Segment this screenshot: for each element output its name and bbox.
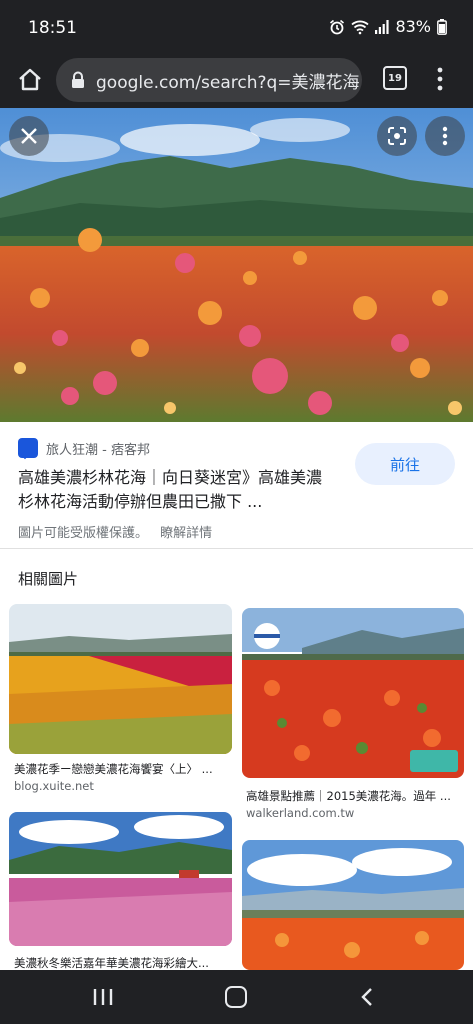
- related-image-1[interactable]: [9, 604, 232, 754]
- related-domain-1: blog.xuite.net: [14, 779, 94, 793]
- related-caption-1[interactable]: 美濃花季ー戀戀美濃花海饗宴〈上〉 ...: [14, 761, 228, 777]
- battery-icon: [437, 18, 447, 35]
- source-name: 旅人狂潮 - 痞客邦: [46, 442, 150, 458]
- divider: [0, 548, 473, 549]
- status-bar: 18:51 83%: [0, 0, 473, 56]
- system-nav-bar: [0, 970, 473, 1024]
- related-image-4[interactable]: [242, 840, 464, 970]
- source-row[interactable]: 旅人狂潮 - 痞客邦: [18, 438, 150, 458]
- related-caption-3[interactable]: 美濃秋冬樂活嘉年華美濃花海彩繪大...: [14, 955, 228, 971]
- related-caption-2[interactable]: 高雄景點推薦｜2015美濃花海。過年 ...: [246, 788, 460, 804]
- related-image-2[interactable]: [242, 608, 464, 778]
- url-text: google.com/search?q=美濃花海: [96, 72, 360, 93]
- more-vert-icon: [442, 126, 448, 146]
- related-heading: 相關圖片: [18, 570, 79, 588]
- site-favicon-icon: [18, 438, 38, 458]
- result-title[interactable]: 高雄美濃杉林花海｜向日葵迷宮》高雄美濃杉林花海活動停辦但農田已撒下 ...: [18, 466, 336, 514]
- close-button[interactable]: [9, 116, 49, 156]
- visit-button[interactable]: 前往: [355, 443, 455, 485]
- status-time: 18:51: [28, 18, 77, 38]
- related-image-3[interactable]: [9, 812, 232, 946]
- lock-icon: [72, 71, 84, 88]
- lens-icon: [388, 127, 406, 145]
- status-icons: 83%: [329, 17, 447, 36]
- alarm-icon: [330, 19, 345, 34]
- copyright-text: 圖片可能受版權保護。: [18, 526, 149, 541]
- image-more-button[interactable]: [425, 116, 465, 156]
- battery-percent: 83%: [395, 17, 431, 36]
- result-info: 旅人狂潮 - 痞客邦 高雄美濃杉林花海｜向日葵迷宮》高雄美濃杉林花海活動停辦但農…: [0, 422, 473, 548]
- close-icon: [21, 128, 37, 144]
- address-bar[interactable]: google.com/search?q=美濃花海: [56, 58, 362, 102]
- home-icon[interactable]: [14, 64, 46, 96]
- signal-icon: [375, 19, 390, 34]
- back-icon[interactable]: [360, 987, 374, 1007]
- tabs-icon[interactable]: 19: [383, 66, 407, 90]
- more-vert-icon[interactable]: [432, 64, 448, 94]
- browser-toolbar: google.com/search?q=美濃花海 19: [0, 56, 473, 108]
- lens-button[interactable]: [377, 116, 417, 156]
- recent-apps-icon[interactable]: [92, 987, 114, 1007]
- copyright-notice: 圖片可能受版權保護。 瞭解詳情: [18, 522, 212, 541]
- tab-count: 19: [388, 72, 402, 84]
- related-domain-2: walkerland.com.tw: [246, 806, 355, 820]
- learn-more-link[interactable]: 瞭解詳情: [160, 526, 212, 541]
- home-nav-icon[interactable]: [225, 986, 247, 1008]
- wifi-icon: [351, 20, 370, 34]
- preview-image[interactable]: [0, 108, 473, 422]
